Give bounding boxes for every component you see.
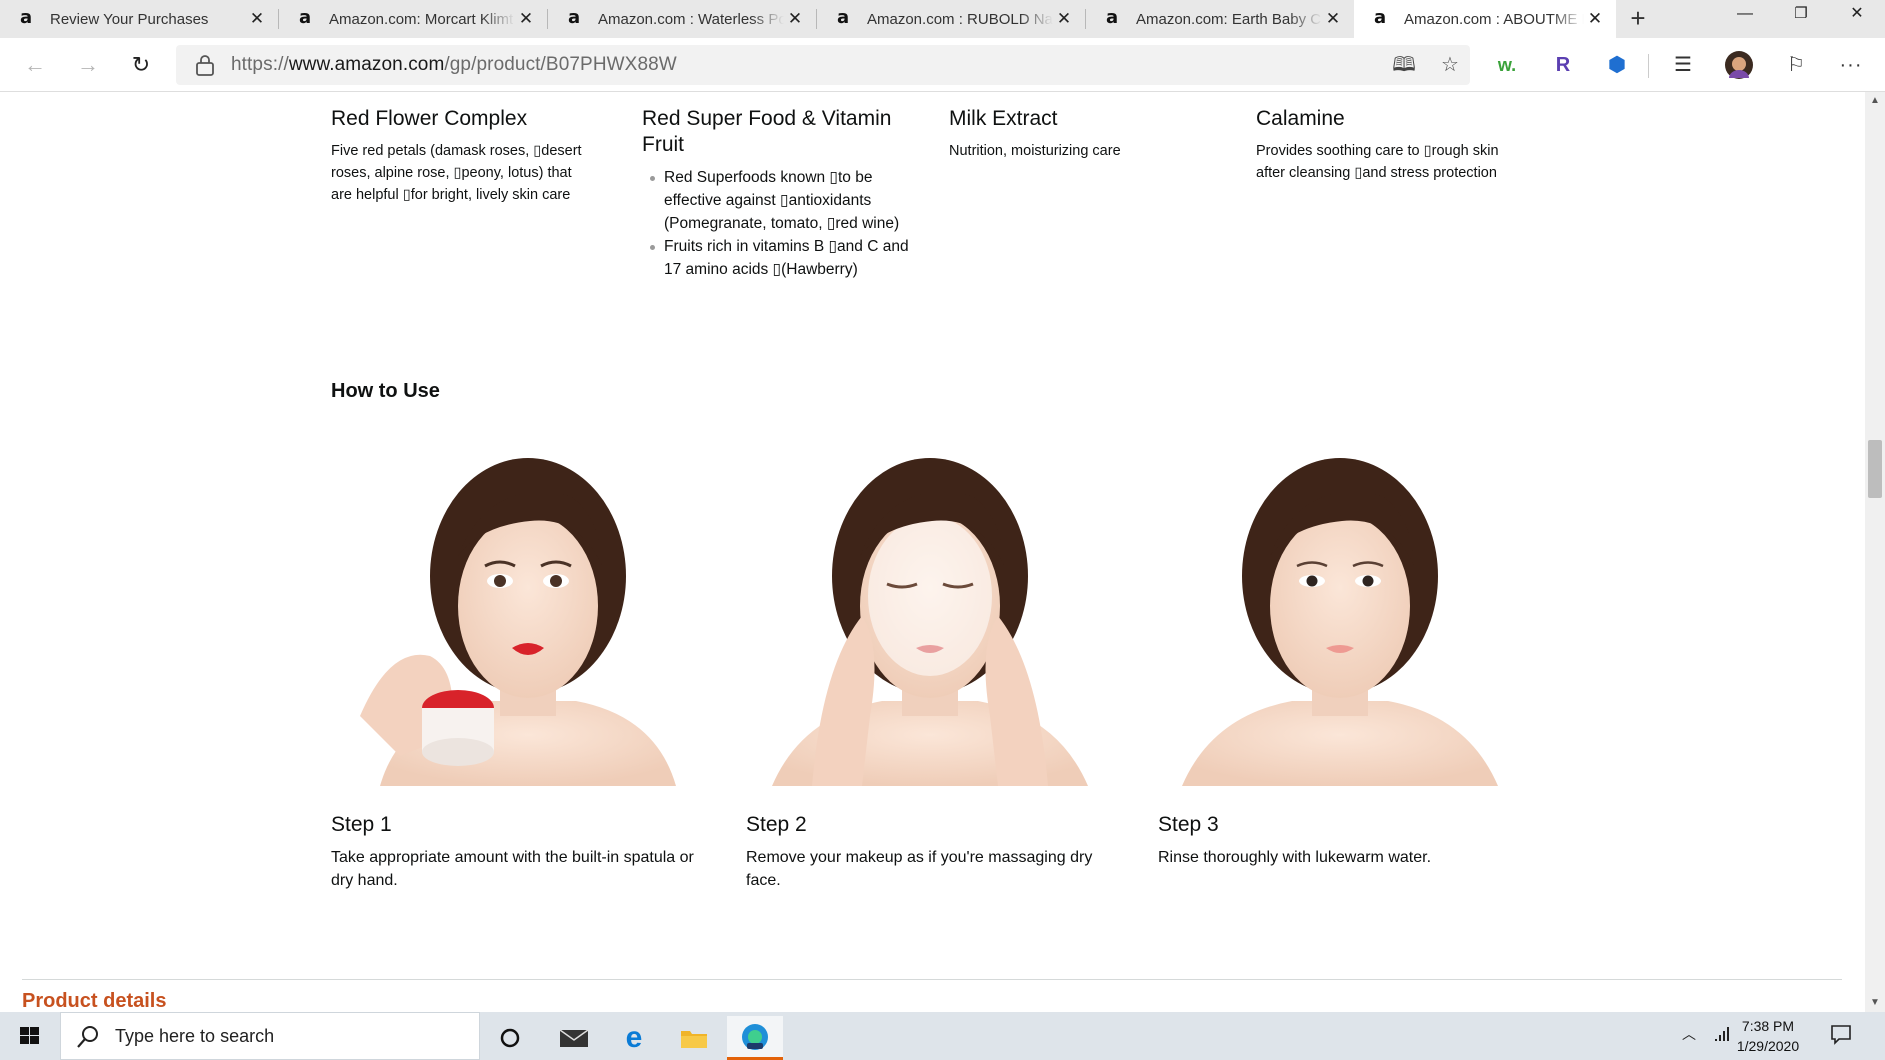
section-divider	[22, 979, 1842, 980]
favorite-star-icon[interactable]: ☆	[1436, 52, 1464, 78]
list-item: Red Superfoods known ▯to be effective ag…	[650, 166, 912, 235]
close-tab-icon[interactable]: ✕	[1322, 8, 1344, 30]
close-tab-icon[interactable]: ✕	[784, 8, 806, 30]
new-tab-button[interactable]: +	[1623, 4, 1653, 34]
page-content: Red Flower Complex Five red petals (dama…	[0, 92, 1865, 1012]
tab-morcart[interactable]: a Amazon.com: Morcart Klimt Ton ✕	[279, 0, 547, 38]
tab-title: Amazon.com: Earth Baby Comfort	[1136, 10, 1322, 28]
address-bar[interactable]: https://www.amazon.com/gp/product/B07PHW…	[176, 45, 1470, 85]
file-explorer-icon[interactable]	[666, 1016, 722, 1060]
scroll-down-arrow-icon[interactable]: ▼	[1865, 994, 1885, 1012]
tab-waterless[interactable]: a Amazon.com : Waterless Portable ✕	[548, 0, 816, 38]
browser-tab-strip: a Review Your Purchases ✕ a Amazon.com: …	[0, 0, 1885, 38]
ingredient-title: Red Flower Complex	[331, 107, 528, 130]
browser-toolbar: ← → ↻ https://www.amazon.com/gp/product/…	[0, 38, 1885, 92]
favorites-list-icon[interactable]: ☰	[1668, 50, 1698, 80]
taskbar-search-box[interactable]: Type here to search	[60, 1012, 480, 1060]
ingredient-title: Milk Extract	[949, 107, 1058, 130]
ingredient-red-flower: Red Flower Complex Five red petals (dama…	[331, 106, 591, 206]
minimize-button[interactable]: —	[1717, 0, 1773, 38]
amazon-favicon-icon: a	[20, 7, 33, 28]
tab-title: Amazon.com : Waterless Portable	[598, 10, 784, 28]
windows-start-icon[interactable]	[10, 1020, 50, 1052]
ingredient-title: Red Super Food & Vitamin Fruit	[642, 107, 892, 156]
step1-description: Take appropriate amount with the built-i…	[331, 849, 694, 889]
ingredient-title: Calamine	[1256, 107, 1345, 130]
scroll-up-arrow-icon[interactable]: ▲	[1865, 92, 1885, 110]
toolbar-divider	[1648, 54, 1649, 78]
close-tab-icon[interactable]: ✕	[246, 8, 268, 30]
step3-title: Step 3	[1158, 813, 1219, 836]
step1-title: Step 1	[331, 813, 392, 836]
system-clock[interactable]: 7:38 PM 1/29/2020	[1726, 1016, 1810, 1056]
ingredient-calamine: Calamine Provides soothing care to ▯roug…	[1256, 106, 1516, 184]
lock-icon[interactable]	[194, 53, 216, 77]
scroll-thumb[interactable]	[1868, 440, 1882, 498]
url-text[interactable]: https://www.amazon.com/gp/product/B07PHW…	[231, 54, 677, 76]
back-arrow-icon[interactable]: ←	[18, 48, 52, 82]
wikibuy-extension-icon[interactable]: w.	[1492, 50, 1522, 80]
settings-more-icon[interactable]: ···	[1836, 50, 1866, 80]
step2-title: Step 2	[746, 813, 807, 836]
ingredient-text: Nutrition, moisturizing care	[949, 143, 1121, 159]
honey-extension-icon[interactable]: ⬢	[1602, 50, 1632, 80]
clock-date: 1/29/2020	[1736, 1038, 1800, 1054]
notification-center-icon[interactable]	[1830, 1023, 1852, 1050]
show-hidden-icons-chevron-icon[interactable]: ︿	[1682, 1024, 1696, 1044]
tab-earth-baby[interactable]: a Amazon.com: Earth Baby Comfort ✕	[1086, 0, 1354, 38]
tab-title: Review Your Purchases	[50, 10, 209, 28]
step2-illustration	[772, 458, 1088, 786]
step3-description: Rinse thoroughly with lukewarm water.	[1158, 849, 1432, 866]
search-icon	[77, 1026, 98, 1048]
edge-beta-icon[interactable]	[727, 1016, 783, 1060]
mail-icon[interactable]	[546, 1016, 602, 1060]
restore-button[interactable]: ❐	[1773, 0, 1829, 38]
ingredient-bullet-list: Red Superfoods known ▯to be effective ag…	[642, 166, 912, 281]
tab-aboutme-active[interactable]: a Amazon.com : ABOUTME Red ✕	[1354, 0, 1616, 38]
how-to-use-heading: How to Use	[331, 380, 440, 402]
refresh-icon[interactable]: ↻	[124, 48, 158, 82]
close-tab-icon[interactable]: ✕	[1053, 8, 1075, 30]
ingredient-milk-extract: Milk Extract Nutrition, moisturizing car…	[949, 106, 1209, 162]
amazon-favicon-icon: a	[1374, 7, 1387, 28]
step1-illustration	[360, 458, 676, 786]
step3-illustration	[1182, 458, 1498, 786]
profile-avatar[interactable]	[1724, 50, 1754, 80]
ingredient-text: Five red petals (damask roses, ▯desert r…	[331, 143, 582, 203]
search-placeholder: Type here to search	[115, 1026, 275, 1046]
tab-title: Amazon.com: Morcart Klimt Ton	[329, 10, 515, 28]
forward-arrow-icon[interactable]: →	[71, 48, 105, 82]
clock-time: 7:38 PM	[1741, 1018, 1795, 1034]
read-aloud-icon[interactable]: 🕮	[1390, 52, 1418, 78]
cortana-icon[interactable]	[482, 1016, 538, 1060]
tab-review-purchases[interactable]: a Review Your Purchases ✕	[0, 0, 278, 38]
close-tab-icon[interactable]: ✕	[1584, 8, 1606, 30]
list-item: Fruits rich in vitamins B ▯and C and 17 …	[650, 235, 912, 281]
page-scrollbar[interactable]: ▲ ▼	[1865, 92, 1885, 1012]
edge-legacy-icon[interactable]: e	[606, 1016, 662, 1060]
close-window-button[interactable]: ✕	[1829, 0, 1885, 38]
amazon-favicon-icon: a	[299, 7, 312, 28]
tab-rubold[interactable]: a Amazon.com : RUBOLD Natural ✕	[817, 0, 1085, 38]
tab-title: Amazon.com : ABOUTME Red	[1404, 10, 1584, 28]
amazon-favicon-icon: a	[837, 7, 850, 28]
rakuten-extension-icon[interactable]: R	[1548, 50, 1578, 80]
close-tab-icon[interactable]: ✕	[515, 8, 537, 30]
step2-description: Remove your makeup as if you're massagin…	[746, 849, 1093, 889]
tab-title: Amazon.com : RUBOLD Natural	[867, 10, 1053, 28]
ingredient-text: Provides soothing care to ▯rough skin af…	[1256, 143, 1499, 181]
feedback-icon[interactable]: ⚐	[1781, 50, 1811, 80]
amazon-favicon-icon: a	[568, 7, 581, 28]
amazon-favicon-icon: a	[1106, 7, 1119, 28]
ingredient-super-food: Red Super Food & Vitamin Fruit Red Super…	[642, 106, 912, 281]
windows-taskbar: Type here to search e ︿ 7:38 PM 1/29/202…	[0, 1012, 1885, 1060]
product-details-heading[interactable]: Product details	[22, 990, 166, 1012]
